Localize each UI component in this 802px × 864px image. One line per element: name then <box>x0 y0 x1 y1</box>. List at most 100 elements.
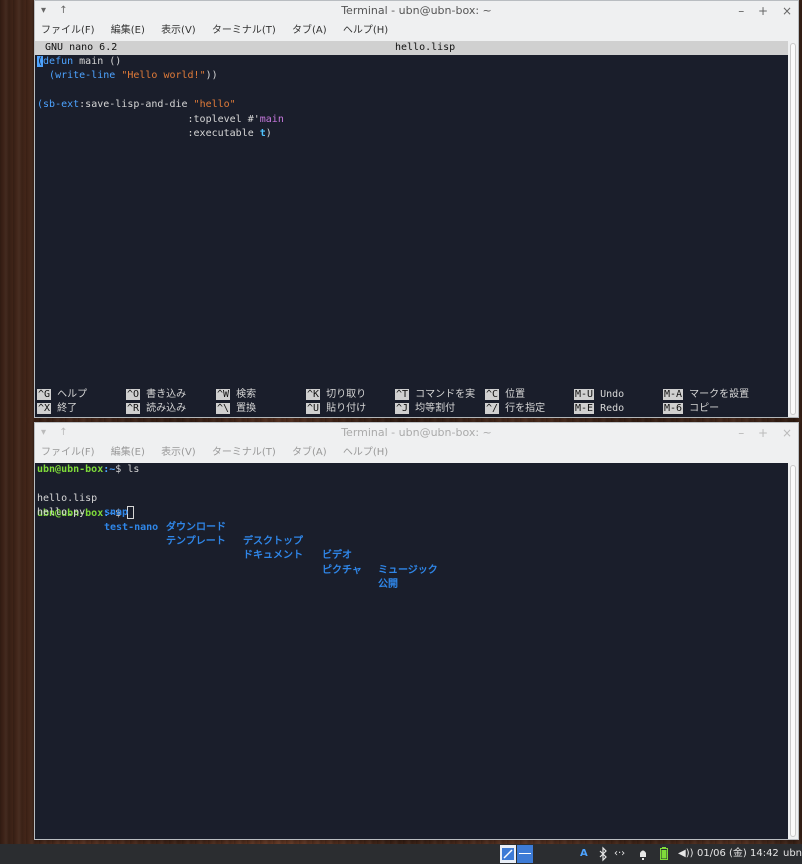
shortcut-label: 切り取り <box>326 389 367 400</box>
shortcut-write[interactable]: ^O 書き込み <box>126 388 186 402</box>
directory-entry: デスクトップ <box>243 536 303 548</box>
shortcut-key: ^K <box>306 389 321 400</box>
shortcut-redo[interactable]: M-E Redo <box>574 402 624 416</box>
window-title: Terminal - ubn@ubn-box: ~ <box>341 426 492 439</box>
shortcut-key: ^\ <box>216 403 231 414</box>
string-literal: "hello" <box>193 99 236 111</box>
menu-help[interactable]: ヘルプ(H) <box>343 447 388 458</box>
bell-icon[interactable] <box>638 844 648 864</box>
menu-help[interactable]: ヘルプ(H) <box>343 25 388 36</box>
volume-icon[interactable]: ◀)) <box>678 844 694 864</box>
menu-terminal[interactable]: ターミナル(T) <box>212 447 276 458</box>
nano-shortcuts-row-2: ^X 終了 ^R 読み込み ^\ 置換 ^U 貼り付け ^J 均等割付 ^/ 行… <box>35 402 788 416</box>
directory-entry: 公開 <box>378 579 398 591</box>
maximize-icon[interactable]: + <box>758 4 768 18</box>
workspace-switcher-icon[interactable] <box>517 845 533 863</box>
user-name[interactable]: ubn <box>783 844 802 864</box>
menu-file[interactable]: ファイル(F) <box>41 25 95 36</box>
keep-above-icon[interactable]: ↑ <box>59 427 67 438</box>
terminal-cursor <box>127 506 135 520</box>
window-menu-icon[interactable]: ▾ <box>41 427 46 438</box>
code-text: :toplevel #' <box>37 113 260 125</box>
directory-entry: ダウンロード <box>166 521 226 533</box>
menu-tabs[interactable]: タブ(A) <box>292 447 327 458</box>
shortcut-label: コマンドを実 <box>415 389 476 400</box>
code-line-2: (write-line "Hello world!")) <box>35 69 788 83</box>
keyword: write-line <box>55 70 116 82</box>
shortcut-label: コピー <box>689 403 720 414</box>
code-line-4: (sb-ext:save-lisp-and-die "hello" <box>35 98 788 112</box>
shortcut-replace[interactable]: ^\ 置換 <box>216 402 256 416</box>
keyboard-layout-indicator[interactable]: A <box>580 844 588 864</box>
shortcut-undo[interactable]: M-U Undo <box>574 388 624 402</box>
directory-entry: ミュージック <box>378 564 438 576</box>
nano-editor[interactable]: GNU nano 6.2 hello.lisp (defun main () (… <box>35 41 788 417</box>
minimize-icon[interactable]: – <box>738 426 744 440</box>
shortcut-key: M-U <box>574 389 595 400</box>
menu-terminal[interactable]: ターミナル(T) <box>212 25 276 36</box>
menu-view[interactable]: 表示(V) <box>161 25 196 36</box>
shortcut-label: Redo <box>600 403 625 414</box>
bluetooth-icon[interactable] <box>598 844 608 864</box>
shortcut-label: ヘルプ <box>57 389 88 400</box>
shortcut-key: ^R <box>126 403 141 414</box>
code-text: ) <box>265 127 272 139</box>
shortcut-exit[interactable]: ^X 終了 <box>37 402 77 416</box>
nano-shortcuts-row-1: ^G ヘルプ ^O 書き込み ^W 検索 ^K 切り取り ^T コマンドを実 ^… <box>35 388 788 402</box>
maximize-icon[interactable]: + <box>758 426 768 440</box>
shortcut-key: ^G <box>37 389 52 400</box>
shortcut-mark[interactable]: M-A マークを設置 <box>663 388 749 402</box>
code-text: )) <box>205 70 218 82</box>
show-desktop-icon[interactable] <box>500 845 516 863</box>
menu-edit[interactable]: 編集(E) <box>111 25 145 36</box>
directory-entry: test-nano <box>104 521 159 533</box>
network-icon[interactable]: ‹·› <box>614 844 625 864</box>
scrollbar-thumb[interactable] <box>790 43 796 415</box>
clock[interactable]: 01/06 (金) 14:42 <box>697 844 779 864</box>
shortcut-read[interactable]: ^R 読み込み <box>126 402 186 416</box>
title-bar[interactable]: ▾ ↑ Terminal - ubn@ubn-box: ~ – + × <box>35 1 798 21</box>
menu-view[interactable]: 表示(V) <box>161 447 196 458</box>
file-entry: hello.py <box>37 507 86 519</box>
window-menu-icon[interactable]: ▾ <box>41 5 46 16</box>
shortcut-goto-line[interactable]: ^/ 行を指定 <box>485 402 545 416</box>
menu-file[interactable]: ファイル(F) <box>41 447 95 458</box>
shortcut-cut[interactable]: ^K 切り取り <box>306 388 366 402</box>
menu-edit[interactable]: 編集(E) <box>111 447 145 458</box>
shortcut-paste[interactable]: ^U 貼り付け <box>306 402 366 416</box>
code-text: ( <box>37 70 56 82</box>
shortcut-execute[interactable]: ^T コマンドを実 <box>395 388 475 402</box>
shortcut-label: 置換 <box>236 403 257 414</box>
shortcut-help[interactable]: ^G ヘルプ <box>37 388 87 402</box>
title-bar[interactable]: ▾ ↑ Terminal - ubn@ubn-box: ~ – + × <box>35 423 798 443</box>
terminal-output[interactable]: ubn@ubn-box:~$ ls hello.lisp snap ダウンロード… <box>35 463 788 839</box>
scrollbar[interactable] <box>788 41 798 417</box>
symbol-main: main <box>259 113 284 125</box>
shortcut-key: ^T <box>395 389 410 400</box>
prompt-user: ubn@ubn-box <box>37 464 104 475</box>
code-text: main () <box>73 56 122 67</box>
close-icon[interactable]: × <box>782 4 792 18</box>
window-title: Terminal - ubn@ubn-box: ~ <box>341 4 492 17</box>
nano-version: GNU nano 6.2 <box>45 42 118 53</box>
shortcut-label: 貼り付け <box>326 403 367 414</box>
shortcut-location[interactable]: ^C 位置 <box>485 388 525 402</box>
keep-above-icon[interactable]: ↑ <box>59 5 67 16</box>
menu-tabs[interactable]: タブ(A) <box>292 25 327 36</box>
shortcut-search[interactable]: ^W 検索 <box>216 388 256 402</box>
nano-filename: hello.lisp <box>395 42 456 53</box>
shortcut-key: ^/ <box>485 403 500 414</box>
shortcut-key: ^O <box>126 389 141 400</box>
battery-icon[interactable] <box>659 844 669 864</box>
prompt-symbol: $ <box>115 464 128 475</box>
shortcut-justify[interactable]: ^J 均等割付 <box>395 402 455 416</box>
close-icon[interactable]: × <box>782 426 792 440</box>
shortcut-label: 書き込み <box>146 389 187 400</box>
nano-title-bar: GNU nano 6.2 hello.lisp <box>35 41 788 55</box>
code-line-1: (defun main () <box>35 55 788 69</box>
scrollbar-thumb[interactable] <box>790 465 796 837</box>
scrollbar[interactable] <box>788 463 798 839</box>
minimize-icon[interactable]: – <box>738 4 744 18</box>
prompt-line: ubn@ubn-box:~$ ls <box>35 463 788 477</box>
shortcut-copy[interactable]: M-6 コピー <box>663 402 719 416</box>
